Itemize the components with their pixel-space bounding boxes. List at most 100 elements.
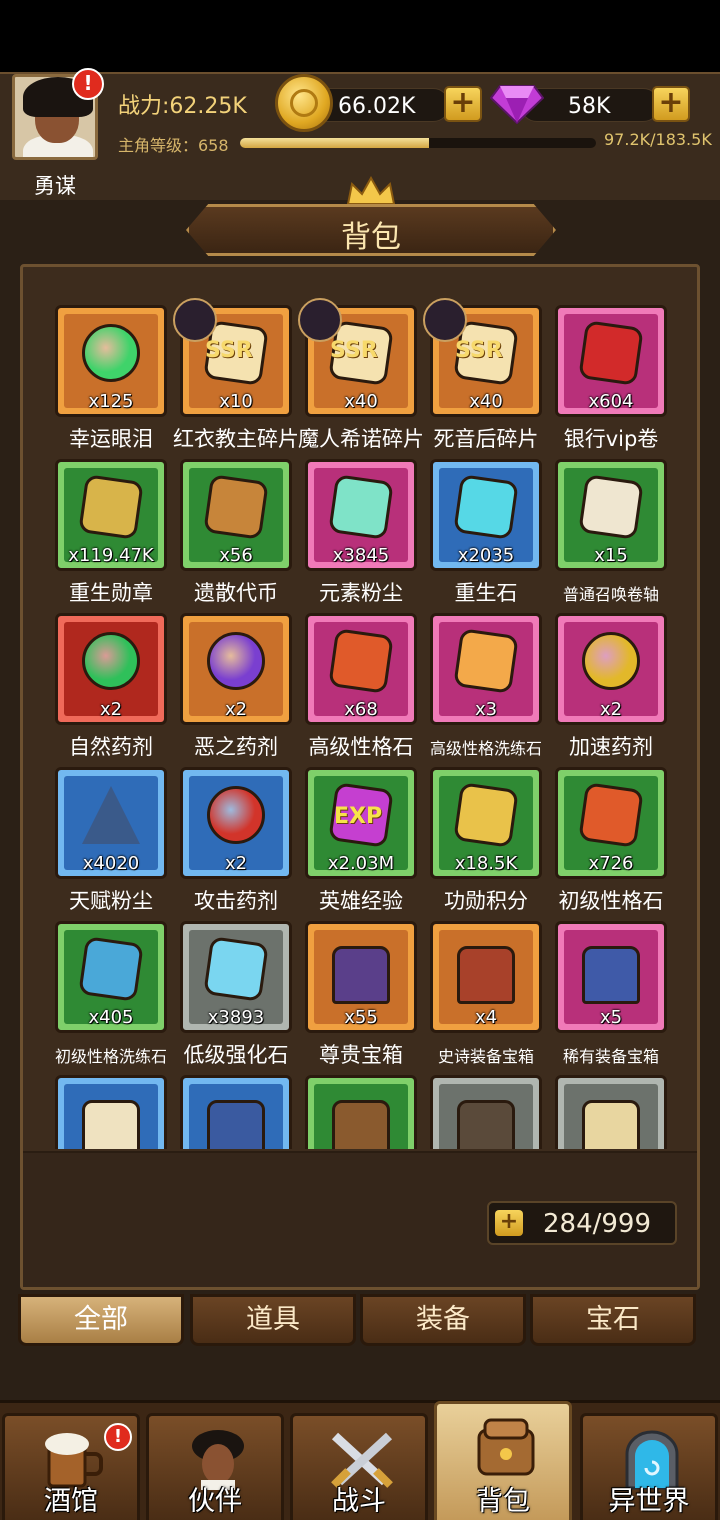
item-count: x125 bbox=[88, 391, 134, 412]
item-name: 史诗装备宝箱 bbox=[437, 1047, 534, 1066]
item-slot[interactable]: x56 bbox=[180, 459, 292, 571]
item-slot[interactable]: x2 bbox=[555, 613, 667, 725]
capacity-box[interactable]: + 284/999 bbox=[487, 1201, 677, 1245]
gold-chest-icon bbox=[582, 1100, 640, 1149]
nav-label-tavern: 酒馆 bbox=[44, 1486, 98, 1517]
item-slot[interactable]: x55 bbox=[305, 921, 417, 1033]
item-slot[interactable]: SSR x40 bbox=[423, 298, 542, 417]
item-count: x18.5K bbox=[454, 853, 518, 874]
item-count: x55 bbox=[344, 1007, 378, 1028]
hero-portrait-icon bbox=[423, 298, 467, 342]
item-slot[interactable] bbox=[180, 1075, 292, 1149]
item-slot[interactable]: x119.47K bbox=[55, 459, 167, 571]
item-slot[interactable]: x726 bbox=[555, 767, 667, 879]
item-count: x3 bbox=[474, 699, 498, 720]
item-name: 红衣教主碎片 bbox=[173, 427, 299, 451]
epic-chest-icon bbox=[457, 946, 515, 1004]
item-name: 天赋粉尘 bbox=[69, 889, 153, 913]
item-slot[interactable]: x2035 bbox=[430, 459, 542, 571]
exp-label: EXP bbox=[334, 804, 383, 829]
item-name: 元素粉尘 bbox=[319, 581, 403, 605]
wood-chest-icon bbox=[332, 1100, 390, 1149]
item-slot[interactable]: x4 bbox=[430, 921, 542, 1033]
item-slot[interactable] bbox=[430, 1075, 542, 1149]
inventory-panel: x125 幸运眼泪 SSR x10 红衣教主碎片 SSR x40 魔人希诺碎片 SSR x40 死音… bbox=[20, 264, 700, 1290]
nav-battle[interactable]: 战斗 bbox=[290, 1413, 428, 1520]
item-slot[interactable]: x125 bbox=[55, 305, 167, 417]
tab-gems[interactable]: 宝石 bbox=[530, 1294, 696, 1346]
token-icon bbox=[203, 474, 269, 540]
potion-bottle-icon bbox=[328, 474, 394, 540]
gem-value: 58K bbox=[568, 94, 611, 119]
item-slot[interactable] bbox=[55, 1075, 167, 1149]
item-count: x5 bbox=[599, 1007, 623, 1028]
crown-icon bbox=[346, 176, 396, 205]
item-grid[interactable]: x125 幸运眼泪 SSR x10 红衣教主碎片 SSR x40 魔人希诺碎片 SSR x40 死音… bbox=[23, 267, 697, 1149]
item-name: 功勋积分 bbox=[444, 889, 528, 913]
item-name: 低级强化石 bbox=[183, 1043, 289, 1067]
item-slot[interactable]: x2 bbox=[55, 613, 167, 725]
item-count: x3893 bbox=[207, 1007, 265, 1028]
scroll-icon bbox=[578, 474, 644, 540]
nav-otherworld[interactable]: 异世界 bbox=[580, 1413, 718, 1520]
item-slot[interactable]: x604 bbox=[555, 305, 667, 417]
item-slot[interactable]: x15 bbox=[555, 459, 667, 571]
item-slot[interactable]: x405 bbox=[55, 921, 167, 1033]
item-slot[interactable] bbox=[305, 1075, 417, 1149]
green-droplet-icon bbox=[82, 324, 140, 382]
ssr-label: SSR bbox=[455, 338, 503, 363]
combat-power: 战力:62.25K bbox=[118, 94, 247, 119]
trait-stone-icon bbox=[328, 628, 394, 694]
item-name: 遗散代币 bbox=[194, 581, 278, 605]
item-name: 高级性格石 bbox=[308, 735, 414, 759]
item-slot[interactable]: x3893 bbox=[180, 921, 292, 1033]
item-slot[interactable]: EXP x2.03M bbox=[305, 767, 417, 879]
bottom-nav: 酒馆 ! 伙伴 战斗 背包 异世界 bbox=[0, 1400, 720, 1520]
item-slot[interactable]: SSR x10 bbox=[173, 298, 292, 417]
item-slot[interactable] bbox=[555, 1075, 667, 1149]
item-slot[interactable]: x5 bbox=[555, 921, 667, 1033]
nav-label-battle: 战斗 bbox=[332, 1486, 386, 1517]
player-name: 勇谋 bbox=[34, 174, 76, 198]
red-flask-icon bbox=[207, 786, 265, 844]
tab-equipment[interactable]: 装备 bbox=[360, 1294, 526, 1346]
noble-chest-icon bbox=[332, 946, 390, 1004]
trait-stone-icon bbox=[578, 782, 644, 848]
tab-all[interactable]: 全部 bbox=[18, 1294, 184, 1346]
item-slot[interactable]: x3845 bbox=[305, 459, 417, 571]
item-slot[interactable]: x3 bbox=[430, 613, 542, 725]
rare-chest-icon bbox=[582, 946, 640, 1004]
item-name: 初级性格石 bbox=[558, 889, 664, 913]
nav-bag[interactable]: 背包 bbox=[434, 1401, 572, 1520]
backpack-icon bbox=[477, 1418, 535, 1476]
item-slot[interactable]: x2 bbox=[180, 613, 292, 725]
item-slot[interactable]: x4020 bbox=[55, 767, 167, 879]
item-name: 高级性格洗练石 bbox=[429, 739, 542, 758]
item-count: x405 bbox=[88, 1007, 134, 1028]
ice-crystal-icon bbox=[203, 936, 269, 1002]
item-slot[interactable]: x18.5K bbox=[430, 767, 542, 879]
nav-label-partners: 伙伴 bbox=[188, 1486, 242, 1517]
item-count: x40 bbox=[469, 391, 503, 412]
add-gold-button[interactable]: + bbox=[444, 86, 482, 122]
xp-bar bbox=[240, 138, 596, 148]
item-name: 魔人希诺碎片 bbox=[298, 427, 424, 451]
nav-partners[interactable]: 伙伴 bbox=[146, 1413, 284, 1520]
item-name: 稀有装备宝箱 bbox=[562, 1047, 659, 1066]
item-count: x68 bbox=[344, 699, 378, 720]
add-gem-button[interactable]: + bbox=[652, 86, 690, 122]
item-name: 重生石 bbox=[454, 581, 518, 605]
item-slot[interactable]: x68 bbox=[305, 613, 417, 725]
expand-capacity-button[interactable]: + bbox=[495, 1210, 523, 1236]
item-name: 英雄经验 bbox=[319, 889, 403, 913]
item-count: x3845 bbox=[332, 545, 390, 566]
item-slot[interactable]: SSR x40 bbox=[298, 298, 417, 417]
vip-ticket-icon bbox=[578, 320, 644, 386]
tab-items[interactable]: 道具 bbox=[190, 1294, 356, 1346]
item-name: 幸运眼泪 bbox=[69, 427, 153, 451]
hero-portrait-icon bbox=[173, 298, 217, 342]
item-count: x2 bbox=[224, 699, 248, 720]
item-slot[interactable]: x2 bbox=[180, 767, 292, 879]
item-name: 普通召唤卷轴 bbox=[562, 585, 659, 604]
ssr-label: SSR bbox=[205, 338, 253, 363]
